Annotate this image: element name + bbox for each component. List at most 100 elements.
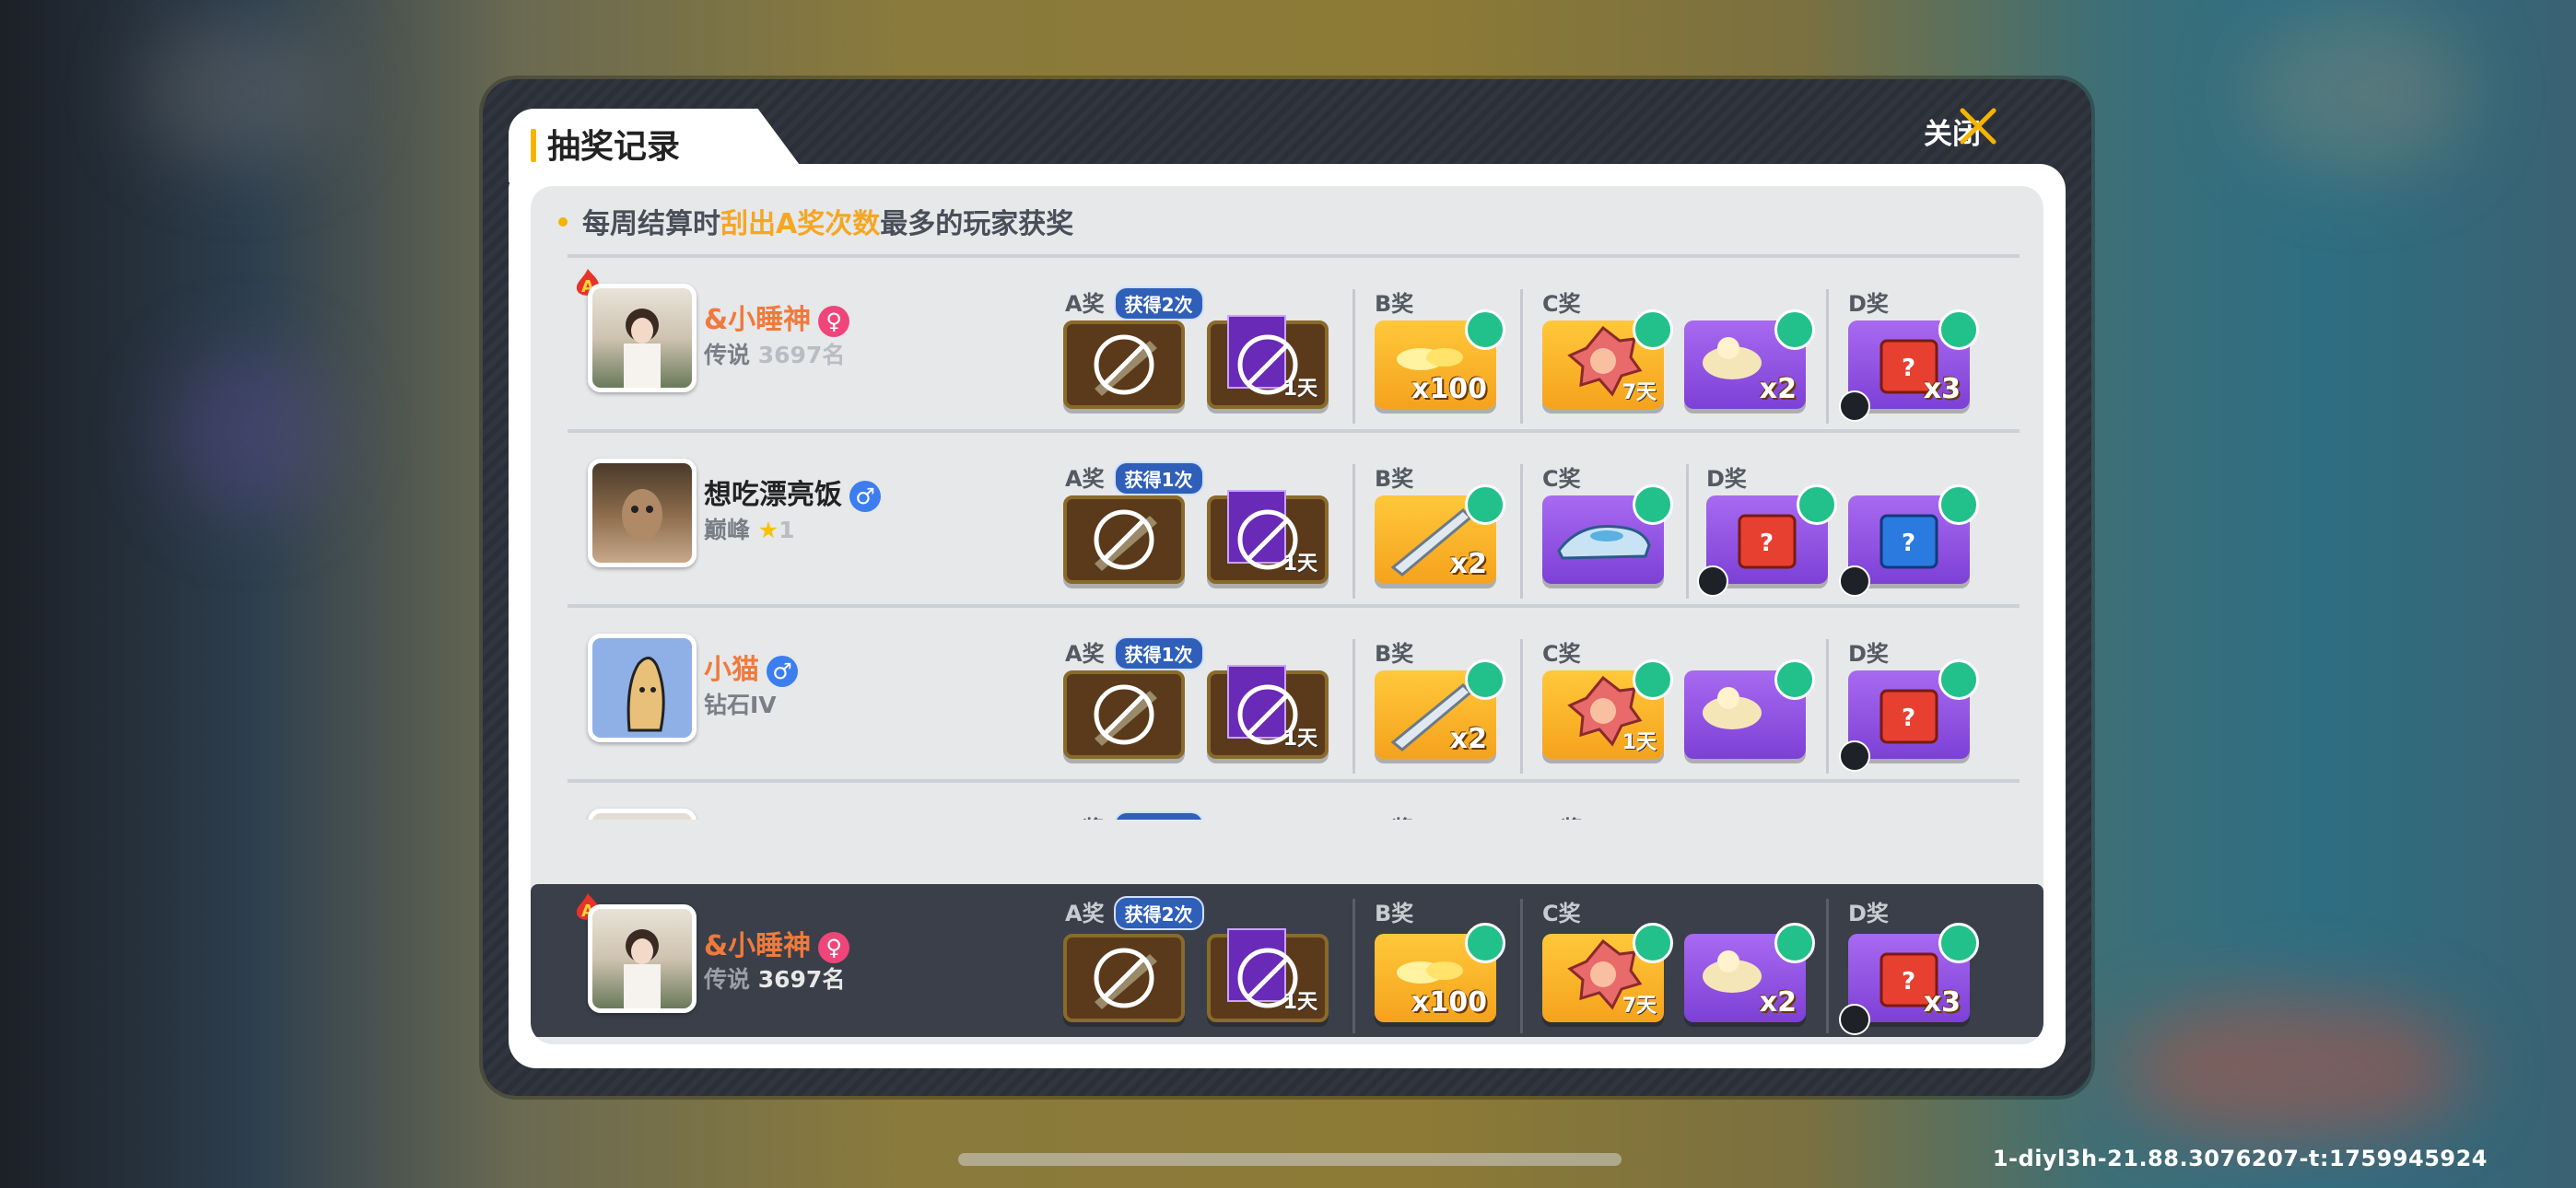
reward-item[interactable] bbox=[1542, 484, 1673, 584]
home-indicator[interactable] bbox=[958, 1153, 1622, 1166]
tier-d-label: D奖 bbox=[1848, 641, 1889, 667]
background-blur bbox=[138, 18, 341, 166]
dialog-body: 每周结算时刮出A奖次数最多的玩家获奖 A &小睡神 ♀ 传说 3697名 A奖 获得… bbox=[509, 164, 2066, 1068]
not-owned-icon bbox=[1094, 334, 1154, 395]
list-item[interactable]: A奖获得1次 B奖 D奖 bbox=[568, 779, 2020, 820]
reward-item[interactable]: x2 bbox=[1684, 309, 1815, 409]
divider bbox=[1826, 899, 1829, 1033]
reward-item[interactable] bbox=[1063, 934, 1185, 1022]
quantity-label: x2 bbox=[1759, 986, 1797, 1019]
reward-item[interactable] bbox=[1063, 670, 1185, 759]
obtained-check-icon bbox=[1797, 484, 1837, 525]
tier-c-label: C奖 bbox=[1542, 291, 1581, 317]
quantity-label: x100 bbox=[1411, 373, 1487, 405]
reward-item[interactable]: 1天 bbox=[1207, 315, 1329, 409]
duration-label: 1天 bbox=[1282, 553, 1317, 576]
tier-c-label: C奖 bbox=[1542, 641, 1581, 667]
tier-d-label: D奖 bbox=[1848, 901, 1889, 926]
reward-item[interactable]: ? bbox=[1839, 659, 1979, 772]
divider bbox=[1520, 899, 1523, 1033]
record-list[interactable]: 每周结算时刮出A奖次数最多的玩家获奖 A &小睡神 ♀ 传说 3697名 A奖 获得… bbox=[531, 186, 2043, 1044]
close-icon[interactable] bbox=[1957, 105, 1999, 147]
obtained-check-icon bbox=[1633, 309, 1673, 350]
reward-item[interactable]: ? bbox=[1839, 484, 1979, 597]
bound-icon bbox=[1839, 740, 1870, 772]
obtained-check-icon bbox=[1465, 923, 1505, 963]
divider bbox=[1352, 899, 1355, 1033]
reward-item[interactable] bbox=[1063, 495, 1185, 584]
player-rank: 巅峰 ★1 bbox=[704, 517, 795, 543]
obtained-check-icon bbox=[1938, 484, 1979, 525]
duration-label: 7天 bbox=[1622, 995, 1657, 1018]
reward-item[interactable]: x2 bbox=[1375, 484, 1505, 584]
obtained-check-icon bbox=[1465, 484, 1505, 525]
player-rank: 传说 3697名 bbox=[704, 966, 846, 993]
background-blur bbox=[2248, 9, 2469, 175]
reward-item[interactable]: ? bbox=[1697, 484, 1837, 597]
list-item[interactable]: A &小睡神 ♀ 传说 3697名 A奖 获得2次 1天 B奖 x100 C奖 … bbox=[568, 254, 2020, 433]
avatar[interactable] bbox=[588, 904, 697, 1013]
reward-item[interactable] bbox=[1063, 320, 1185, 409]
obtained-check-icon bbox=[1774, 659, 1815, 700]
reward-item[interactable]: 1天 bbox=[1207, 665, 1329, 759]
reward-item[interactable]: 1天 bbox=[1207, 490, 1329, 584]
bound-icon bbox=[1697, 565, 1728, 597]
tier-b-label: B奖 bbox=[1375, 291, 1414, 317]
duration-label: 7天 bbox=[1622, 381, 1657, 404]
dialog-title: 抽奖记录 bbox=[547, 128, 681, 166]
avatar[interactable] bbox=[588, 809, 697, 820]
duration-label: 1天 bbox=[1282, 728, 1317, 751]
reward-item[interactable]: ? x3 bbox=[1839, 309, 1979, 422]
reward-item[interactable]: 7天 bbox=[1542, 923, 1673, 1022]
a-count-badge: 获得2次 bbox=[1113, 896, 1204, 930]
quantity-label: x2 bbox=[1449, 723, 1487, 755]
divider bbox=[1352, 464, 1355, 599]
obtained-check-icon bbox=[1633, 484, 1673, 525]
reward-item[interactable]: 7天 bbox=[1542, 309, 1673, 409]
svg-text:?: ? bbox=[1902, 530, 1915, 557]
tier-a-label: A奖获得1次 bbox=[1065, 810, 1204, 820]
not-owned-icon bbox=[1094, 509, 1154, 570]
reward-item[interactable]: x2 bbox=[1684, 923, 1815, 1022]
avatar[interactable] bbox=[588, 634, 697, 742]
svg-text:?: ? bbox=[1902, 355, 1915, 382]
player-name: &小睡神 ♀ bbox=[704, 297, 850, 337]
bound-icon bbox=[1839, 565, 1870, 597]
svg-text:?: ? bbox=[1902, 968, 1915, 996]
my-record-row[interactable]: A &小睡神 ♀ 传说 3697名 A奖 获得2次 1天 B奖 x100 C奖 … bbox=[531, 884, 2043, 1037]
list-item[interactable]: 小猫 ♂ 钻石IV A奖 获得1次 1天 B奖 x2 C奖 1天 D奖 ? bbox=[568, 604, 2020, 783]
reward-item[interactable]: x100 bbox=[1375, 309, 1505, 409]
divider bbox=[1826, 289, 1829, 424]
tier-b-label: B奖 bbox=[1375, 901, 1414, 926]
quantity-label: x2 bbox=[1759, 373, 1797, 405]
reward-item[interactable] bbox=[1684, 659, 1815, 759]
obtained-check-icon bbox=[1938, 659, 1979, 700]
bullet-icon bbox=[558, 216, 568, 227]
player-name: &小睡神 ♀ bbox=[704, 923, 850, 963]
tier-a-label: A奖 获得2次 bbox=[1065, 895, 1204, 930]
reward-item[interactable]: x100 bbox=[1375, 923, 1505, 1022]
divider bbox=[1826, 639, 1829, 774]
tier-d-label: D奖 bbox=[1706, 466, 1747, 492]
tier-a-label: A奖获得1次 bbox=[1065, 460, 1204, 495]
player-rank: 钻石IV bbox=[704, 692, 777, 718]
list-item[interactable]: 想吃漂亮饭 ♂ 巅峰 ★1 A奖 获得1次 1天 B奖 x2 C奖 D奖 ? ? bbox=[568, 429, 2020, 608]
avatar[interactable] bbox=[588, 459, 697, 567]
female-icon: ♀ bbox=[818, 931, 850, 963]
divider bbox=[1352, 639, 1355, 774]
obtained-check-icon bbox=[1774, 923, 1815, 963]
background-blur bbox=[166, 350, 332, 516]
not-owned-icon bbox=[1094, 684, 1154, 745]
tier-b-label: B奖 bbox=[1375, 810, 1413, 820]
not-owned-icon bbox=[1094, 948, 1154, 1008]
tier-d-label: D奖 bbox=[1542, 810, 1583, 820]
reward-item[interactable]: 1天 bbox=[1542, 659, 1673, 759]
reward-item[interactable]: 1天 bbox=[1207, 928, 1329, 1022]
obtained-check-icon bbox=[1633, 659, 1673, 700]
avatar[interactable] bbox=[588, 284, 697, 392]
title-accent-bar bbox=[531, 129, 536, 162]
bound-icon bbox=[1839, 1004, 1870, 1035]
divider bbox=[1520, 639, 1523, 774]
reward-item[interactable]: x2 bbox=[1375, 659, 1505, 759]
reward-item[interactable]: ? x3 bbox=[1839, 923, 1979, 1035]
